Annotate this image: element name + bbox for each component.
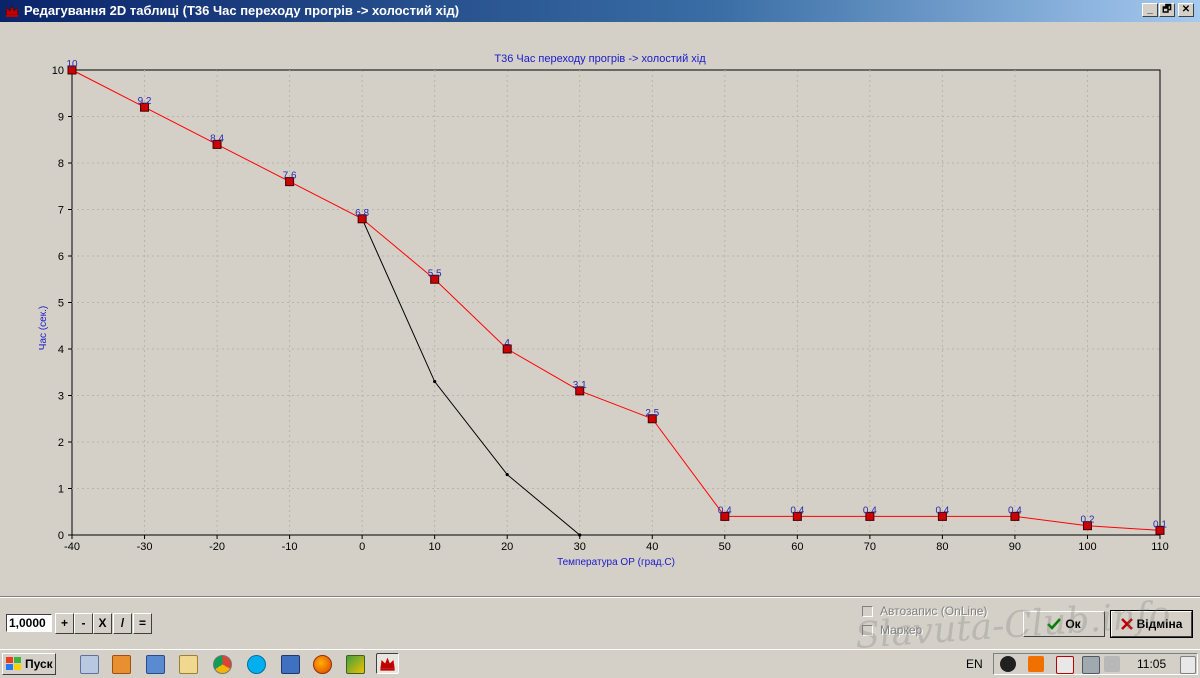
y-tick-label: 4 bbox=[58, 344, 64, 356]
plot-frame bbox=[71, 69, 1161, 536]
black-series-point[interactable] bbox=[433, 379, 437, 384]
skype-icon[interactable] bbox=[247, 655, 266, 674]
y-tick-label: 10 bbox=[52, 65, 64, 77]
windows-logo-icon bbox=[6, 657, 21, 670]
equals-button[interactable]: = bbox=[133, 613, 152, 634]
language-indicator[interactable]: EN bbox=[966, 657, 983, 671]
notepad-icon[interactable] bbox=[179, 655, 198, 674]
x-tick-label: 100 bbox=[1078, 541, 1096, 553]
y-tick-label: 1 bbox=[58, 484, 64, 496]
ok-label: Ок bbox=[1065, 617, 1081, 631]
y-tick-label: 5 bbox=[58, 298, 64, 310]
autosave-label: Автозапис (OnLine) bbox=[880, 604, 988, 618]
active-crown-app-icon[interactable] bbox=[376, 653, 399, 674]
data-point-label: 9.2 bbox=[138, 96, 152, 107]
x-tick-label: 60 bbox=[791, 541, 803, 553]
chart-svg[interactable]: -40 -30 -20 -10 0 10 20 30 40 50 60 70 80 90 100 110 0 1 2… bbox=[0, 22, 1200, 594]
x-tick-label: 50 bbox=[719, 541, 731, 553]
crown-icon bbox=[380, 657, 395, 671]
restore-button[interactable]: 🗗 bbox=[1159, 3, 1175, 17]
multiplier-input[interactable] bbox=[6, 614, 52, 632]
divide-button[interactable]: / bbox=[113, 613, 132, 634]
system-tray bbox=[993, 653, 1198, 675]
x-tick-label: -40 bbox=[64, 541, 80, 553]
x-tick-label: 10 bbox=[429, 541, 441, 553]
window-title: Редагування 2D таблиці (Т36 Час переходу… bbox=[24, 3, 460, 18]
check-icon bbox=[1047, 618, 1062, 630]
y-tick-label: 0 bbox=[58, 530, 64, 542]
alert-icon[interactable] bbox=[1056, 656, 1074, 674]
y-axis-label: Час (сек.) bbox=[38, 306, 49, 350]
chart-title: Т36 Час переходу прогрів -> холостий хід bbox=[494, 53, 706, 65]
data-point-label: 0.1 bbox=[1153, 519, 1167, 530]
data-point-label: 8.4 bbox=[210, 133, 224, 144]
x-tick-label: 20 bbox=[501, 541, 513, 553]
show-desktop-icon[interactable] bbox=[1180, 656, 1196, 674]
app-icon[interactable] bbox=[346, 655, 365, 674]
x-axis-label: Температура ОР (град.С) bbox=[557, 557, 675, 568]
chart-area[interactable]: -40 -30 -20 -10 0 10 20 30 40 50 60 70 80 90 100 110 0 1 2… bbox=[0, 22, 1200, 594]
data-point-label: 3.1 bbox=[573, 380, 587, 391]
multiply-button[interactable]: X bbox=[93, 613, 112, 634]
folder-icon[interactable] bbox=[146, 655, 165, 674]
x-tick-label: -30 bbox=[137, 541, 153, 553]
x-tick-label: 110 bbox=[1151, 541, 1169, 553]
network-app-icon[interactable] bbox=[281, 655, 300, 674]
cross-icon bbox=[1120, 618, 1133, 630]
black-series-point[interactable] bbox=[578, 533, 582, 537]
x-tick-label: 90 bbox=[1009, 541, 1021, 553]
volume-icon[interactable] bbox=[1104, 656, 1120, 672]
firefox-icon[interactable] bbox=[313, 655, 332, 674]
data-point-label: 0.4 bbox=[790, 505, 804, 516]
data-point-label: 10 bbox=[66, 59, 78, 70]
x-tick-label: 80 bbox=[936, 541, 948, 553]
x-tick-label: 40 bbox=[646, 541, 658, 553]
tray-app-icon[interactable] bbox=[1000, 656, 1016, 672]
bottom-panel: + - X / = Автозапис (OnLine) Маркер Ок В… bbox=[0, 596, 1200, 649]
cancel-label: Відміна bbox=[1136, 617, 1183, 631]
taskbar: Пуск EN 11:05 bbox=[0, 649, 1200, 677]
avast-icon[interactable] bbox=[1028, 656, 1044, 672]
clock: 11:05 bbox=[1137, 657, 1167, 671]
x-tick-label: 70 bbox=[864, 541, 876, 553]
x-tick-label: 30 bbox=[574, 541, 586, 553]
start-label: Пуск bbox=[25, 657, 53, 671]
data-point-label: 4 bbox=[504, 338, 510, 349]
y-tick-label: 8 bbox=[58, 158, 64, 170]
ok-button[interactable]: Ок bbox=[1023, 611, 1105, 637]
black-series-point[interactable] bbox=[505, 472, 509, 477]
media-player-icon[interactable] bbox=[112, 655, 131, 674]
cancel-button[interactable]: Відміна bbox=[1110, 610, 1193, 638]
start-button[interactable]: Пуск bbox=[2, 653, 56, 675]
x-tick-label: 0 bbox=[359, 541, 365, 553]
data-point-label: 2.5 bbox=[645, 408, 659, 419]
data-point-label: 0.4 bbox=[935, 505, 949, 516]
autosave-checkbox[interactable] bbox=[862, 606, 873, 617]
x-tick-label: -20 bbox=[209, 541, 225, 553]
x-tick-label: -10 bbox=[282, 541, 298, 553]
y-tick-label: 6 bbox=[58, 251, 64, 263]
subtract-button[interactable]: - bbox=[74, 613, 93, 634]
marker-checkbox[interactable] bbox=[862, 625, 873, 636]
y-tick-label: 2 bbox=[58, 437, 64, 449]
close-button[interactable]: ✕ bbox=[1178, 3, 1194, 17]
marker-label: Маркер bbox=[880, 623, 923, 637]
y-tick-label: 3 bbox=[58, 391, 64, 403]
data-point-label: 0.4 bbox=[718, 505, 732, 516]
minimize-button[interactable]: _ bbox=[1142, 3, 1158, 17]
data-point-label: 6.8 bbox=[355, 208, 369, 219]
data-point-label: 0.4 bbox=[863, 505, 877, 516]
y-tick-label: 7 bbox=[58, 205, 64, 217]
chrome-icon[interactable] bbox=[213, 655, 232, 674]
data-point-label: 0.4 bbox=[1008, 505, 1022, 516]
add-button[interactable]: + bbox=[55, 613, 74, 634]
data-point-label: 5.5 bbox=[428, 268, 442, 279]
network-icon[interactable] bbox=[1082, 656, 1100, 674]
y-tick-label: 9 bbox=[58, 112, 64, 124]
data-point-label: 0.2 bbox=[1081, 515, 1095, 526]
title-bar: Редагування 2D таблиці (Т36 Час переходу… bbox=[0, 0, 1200, 22]
data-point-label: 7.6 bbox=[283, 171, 297, 182]
file-icon[interactable] bbox=[80, 655, 99, 674]
app-crown-icon bbox=[5, 4, 19, 17]
